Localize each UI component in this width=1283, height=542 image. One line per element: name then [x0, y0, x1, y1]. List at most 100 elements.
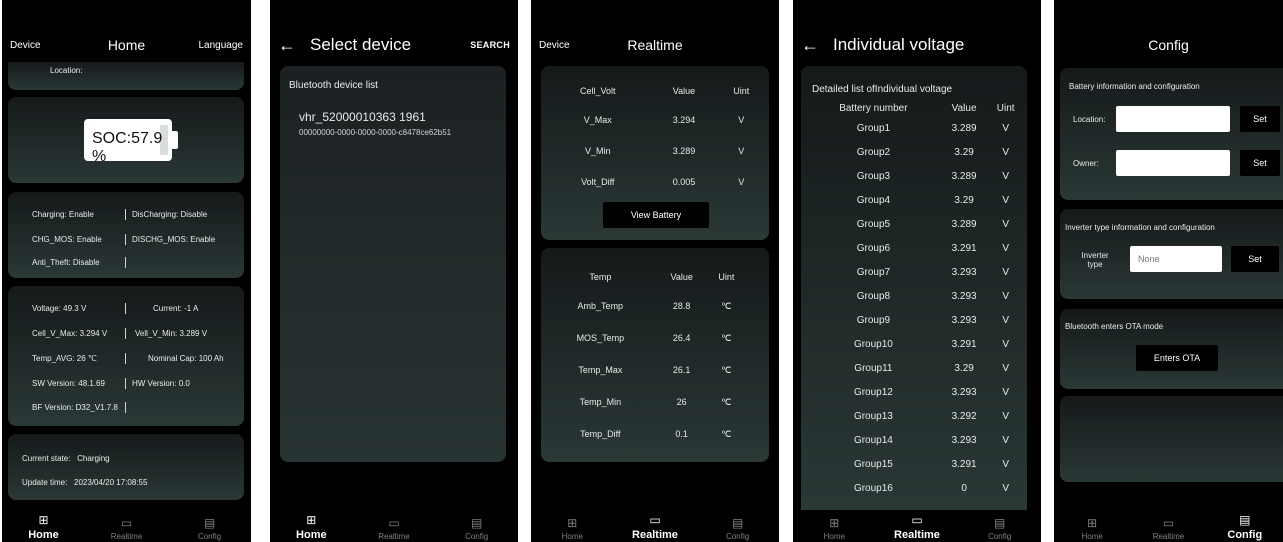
- cell: 0.1: [675, 429, 688, 439]
- divider: [125, 303, 126, 314]
- cell: V: [1002, 362, 1010, 374]
- header-cell: Value: [670, 272, 693, 282]
- page-title: Config: [1148, 37, 1189, 53]
- table-row: Temp_Diff 0.1 ℃: [545, 418, 745, 450]
- nav-realtime[interactable]: ▭ Realtime: [1138, 517, 1198, 542]
- nav-home[interactable]: ⊞ Home: [281, 514, 341, 542]
- anti-theft-value: Disable: [72, 258, 100, 267]
- table-row: Temp_Max 26.1 ℃: [545, 354, 745, 386]
- cell: V: [1002, 314, 1010, 326]
- grid-icon: ⊞: [829, 516, 840, 530]
- sw-version-row: SW Version: 48.1.69: [32, 379, 105, 388]
- location-set-button[interactable]: Set: [1240, 106, 1280, 132]
- inverter-type-select[interactable]: None: [1130, 246, 1222, 272]
- cell: 3.29: [954, 146, 974, 158]
- hw-version-row: HW Version: 0.0: [132, 379, 190, 388]
- cell: 26: [676, 397, 687, 407]
- language-menu[interactable]: Language: [183, 40, 244, 51]
- header-cell: Uint: [733, 86, 750, 96]
- cell: V: [738, 176, 745, 187]
- cell: 3.294: [672, 114, 696, 125]
- nav-home[interactable]: ⊞ Home: [1062, 517, 1122, 542]
- table-row: V_Max 3.294 V: [545, 104, 765, 135]
- anti-theft-row: Anti_Theft: Disable: [32, 258, 100, 267]
- battery-config-card: Battery information and configuration Lo…: [1060, 68, 1283, 200]
- cell: Group15: [853, 458, 893, 470]
- nav-config[interactable]: ▤ Config: [1215, 514, 1275, 542]
- cell: Temp_Max: [578, 365, 623, 375]
- individual-topbar: ← Individual voltage: [793, 28, 1041, 62]
- bottom-nav: ⊞ Home ▭ Realtime ▤ Config: [1054, 510, 1283, 542]
- ota-section-title: Bluetooth enters OTA mode: [1065, 322, 1164, 331]
- bf-version-value: D32_V1.7.8: [75, 403, 118, 412]
- status-card: Charging: Enable DisCharging: Disable CH…: [8, 192, 244, 278]
- view-battery-button[interactable]: View Battery: [603, 202, 709, 228]
- screen-icon: ▤: [731, 516, 744, 530]
- inverter-set-button[interactable]: Set: [1231, 246, 1279, 272]
- device-menu[interactable]: Device: [10, 40, 70, 51]
- divider: [125, 353, 126, 364]
- bottom-nav: ⊞ Home ▭ Realtime ▤ Config: [793, 510, 1041, 542]
- cell: 3.293: [951, 314, 977, 326]
- nav-home[interactable]: ⊞ Home: [542, 516, 602, 542]
- update-label: Update time:: [22, 478, 68, 487]
- nav-realtime[interactable]: ▭ Realtime: [97, 517, 157, 542]
- cell-v-max-label: Cell_V_Max:: [32, 329, 78, 338]
- nav-home[interactable]: ⊞ Home: [14, 514, 74, 542]
- table-row: Group2 3.29 V: [807, 140, 1023, 164]
- cell: Group8: [856, 290, 891, 302]
- cell: 26.1: [672, 365, 691, 375]
- charging-label: Charging:: [32, 210, 67, 219]
- nav-realtime[interactable]: ▭ Realtime: [364, 517, 424, 542]
- nav-realtime-label: Realtime: [632, 529, 678, 541]
- owner-set-button[interactable]: Set: [1240, 150, 1280, 176]
- table-row: Group9 3.293 V: [807, 308, 1023, 332]
- cell: Temp_Diff: [580, 429, 621, 439]
- enters-ota-button[interactable]: Enters OTA: [1136, 345, 1218, 371]
- nav-config[interactable]: ▤ Config: [180, 516, 240, 542]
- nav-config-label: Config: [197, 532, 222, 541]
- nav-realtime[interactable]: ▭ Realtime: [887, 514, 947, 542]
- state-card: Current state: Charging Update time: 202…: [8, 434, 244, 500]
- back-arrow-icon[interactable]: ←: [801, 35, 819, 56]
- nav-config[interactable]: ▤ Config: [447, 517, 507, 542]
- nav-home[interactable]: ⊞ Home: [804, 516, 864, 542]
- nav-config-label: Config: [1227, 529, 1263, 541]
- cell: ℃: [721, 300, 732, 311]
- device-list-item[interactable]: vhr_52000010363 1961 00000000-0000-0000-…: [299, 110, 499, 144]
- device-list-card: Bluetooth device list vhr_52000010363 19…: [280, 66, 506, 462]
- cell: Group11: [854, 362, 893, 374]
- table-row: Temp_Min 26 ℃: [545, 386, 745, 418]
- page-title: Select device: [310, 35, 412, 54]
- cell: Group12: [853, 386, 893, 398]
- nav-realtime[interactable]: ▭ Realtime: [625, 514, 685, 542]
- device-menu[interactable]: Device: [539, 40, 599, 51]
- screen-icon: ▤: [203, 516, 216, 530]
- cell: ℃: [721, 428, 732, 439]
- nav-home-label: Home: [1081, 532, 1103, 541]
- screen-icon: ▤: [993, 516, 1006, 530]
- cell-v-min-row: Vell_V_Min: 3.289 V: [135, 329, 207, 338]
- dischg-mos-value: Enable: [190, 235, 216, 244]
- page-title: Realtime: [627, 37, 683, 53]
- nav-config[interactable]: ▤ Config: [708, 516, 768, 542]
- home-topbar: Device Home Language: [2, 28, 251, 62]
- nav-config[interactable]: ▤ Config: [970, 516, 1030, 542]
- charging-row: Charging: Enable: [32, 210, 94, 219]
- bf-version-label: BF Version:: [32, 403, 74, 412]
- cell: Group2: [856, 146, 891, 158]
- current-value: -1 A: [184, 304, 199, 313]
- table-row: Group3 3.289 V: [807, 164, 1023, 188]
- divider: [125, 209, 126, 220]
- owner-input[interactable]: [1116, 150, 1230, 176]
- back-arrow-icon[interactable]: ←: [278, 35, 296, 56]
- list-title: Bluetooth device list: [289, 80, 378, 91]
- search-button[interactable]: SEARCH: [470, 40, 510, 50]
- individual-voltage-table: Battery number Value Uint Group1 3.289 V Gr…: [807, 100, 1023, 500]
- cell: V: [1002, 122, 1010, 134]
- cell: Group3: [856, 170, 891, 182]
- location-input[interactable]: [1116, 106, 1230, 132]
- grid-icon: ⊞: [567, 516, 578, 530]
- divider: [125, 402, 126, 413]
- table-row: Group12 3.293 V: [807, 380, 1023, 404]
